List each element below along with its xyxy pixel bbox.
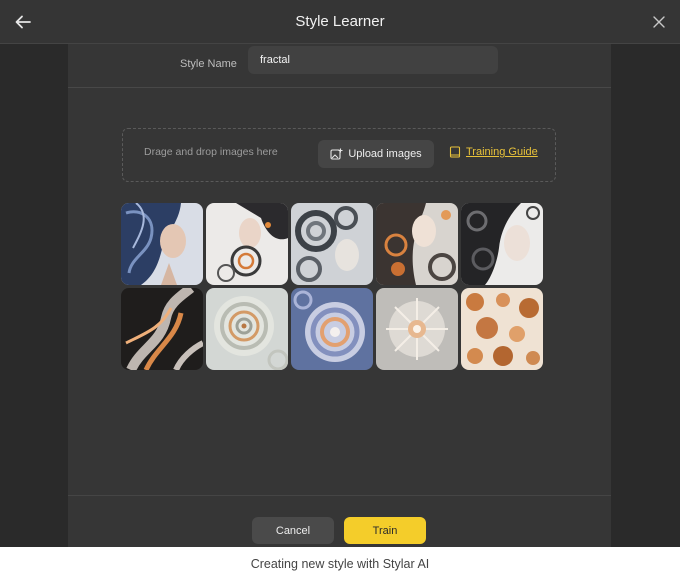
image-thumbnail[interactable] <box>291 203 373 285</box>
book-icon <box>449 146 461 158</box>
footer-divider <box>68 495 611 496</box>
image-thumbnail[interactable] <box>121 203 203 285</box>
image-thumbnail[interactable] <box>461 288 543 370</box>
cancel-button[interactable]: Cancel <box>252 517 334 544</box>
portrait-image <box>461 203 543 285</box>
image-plus-icon <box>330 148 343 160</box>
portrait-image <box>376 203 458 285</box>
image-thumbnail[interactable] <box>461 203 543 285</box>
portrait-image <box>121 203 203 285</box>
upload-images-label: Upload images <box>348 148 422 160</box>
abstract-image <box>121 288 203 370</box>
abstract-image <box>461 288 543 370</box>
image-thumbnail[interactable] <box>121 288 203 370</box>
portrait-image <box>206 203 288 285</box>
right-gutter <box>611 44 680 547</box>
image-thumbnail[interactable] <box>206 288 288 370</box>
style-name-label: Style Name <box>180 58 237 70</box>
image-thumbnail[interactable] <box>206 203 288 285</box>
style-name-input[interactable] <box>248 46 498 74</box>
abstract-image <box>206 288 288 370</box>
drop-zone-text: Drage and drop images here <box>144 146 278 158</box>
left-gutter <box>0 44 68 547</box>
image-thumbnail[interactable] <box>376 203 458 285</box>
header-bar: Style Learner <box>0 0 680 44</box>
close-icon <box>653 16 665 28</box>
training-guide-label: Training Guide <box>466 146 538 158</box>
style-name-row: Style Name <box>68 44 611 88</box>
training-guide-link[interactable]: Training Guide <box>449 146 538 158</box>
caption: Creating new style with Stylar AI <box>250 557 430 571</box>
window-title: Style Learner <box>295 13 385 30</box>
portrait-image <box>291 203 373 285</box>
image-thumbnail[interactable] <box>291 288 373 370</box>
abstract-image <box>376 288 458 370</box>
main-panel: Style Name Drage and drop images here Up… <box>68 44 611 547</box>
drop-zone[interactable]: Drage and drop images here Upload images… <box>122 128 556 182</box>
style-learner-window: Style Learner Style Name Drage and drop … <box>0 0 680 547</box>
image-thumbnail[interactable] <box>376 288 458 370</box>
image-grid <box>121 203 546 373</box>
upload-images-button[interactable]: Upload images <box>318 140 434 168</box>
train-button[interactable]: Train <box>344 517 426 544</box>
abstract-image <box>291 288 373 370</box>
close-button[interactable] <box>646 9 672 35</box>
